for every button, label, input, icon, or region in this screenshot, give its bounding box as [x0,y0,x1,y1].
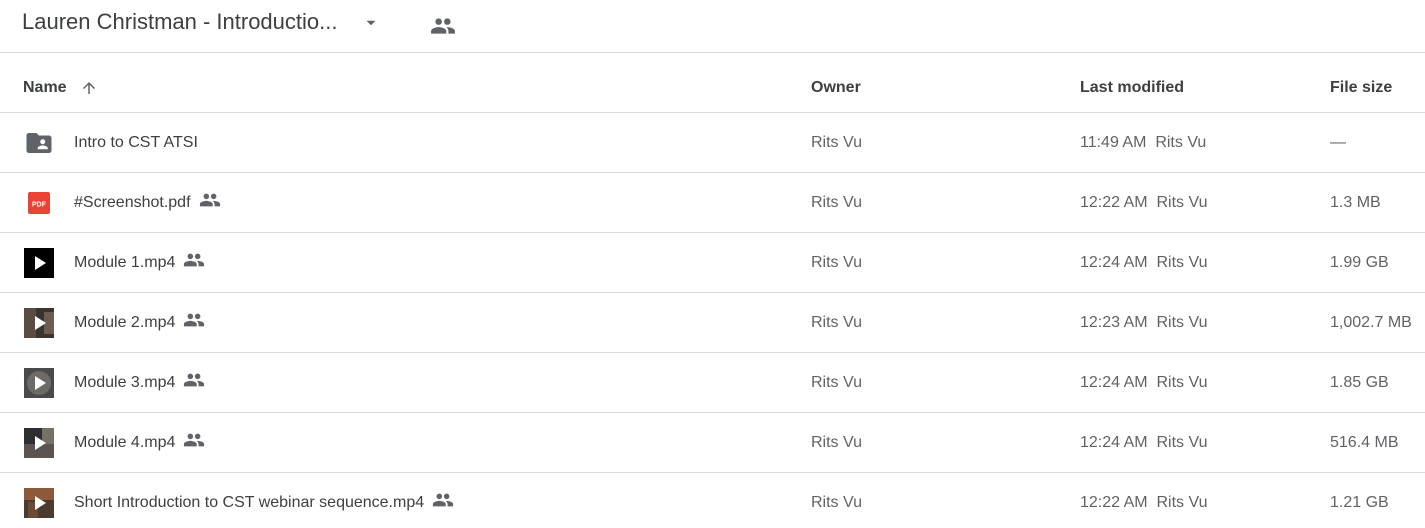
pdf-icon: PDF [28,192,50,214]
file-size-cell: 1.85 GB [1330,374,1389,391]
last-modified-cell: 12:24 AM Rits Vu [1080,353,1207,412]
file-name-label: Short Introduction to CST webinar sequen… [74,494,425,511]
last-modified-cell: 12:22 AM Rits Vu [1080,173,1207,232]
table-row[interactable]: PDF #Screenshot.pdf Rits Vu 12:22 AM Rit… [0,173,1425,233]
file-name: Module 3.mp4 [74,353,205,412]
video-thumbnail-icon [24,308,54,338]
people-icon[interactable] [430,13,456,39]
modified-time: 11:49 AM [1080,134,1147,151]
table-row[interactable]: Module 1.mp4 Rits Vu 12:24 AM Rits Vu 1.… [0,233,1425,293]
file-size-cell: 1,002.7 MB [1330,314,1412,331]
file-size-cell: — [1330,134,1346,151]
last-modified-cell: 12:24 AM Rits Vu [1080,233,1207,292]
file-name: Short Introduction to CST webinar sequen… [74,473,454,528]
table-row[interactable]: Module 3.mp4 Rits Vu 12:24 AM Rits Vu 1.… [0,353,1425,413]
last-modified-cell: 12:22 AM Rits Vu [1080,473,1207,528]
video-icon [24,248,54,278]
people-icon [199,193,220,207]
folder-header: Lauren Christman - Introductio... [0,0,1425,53]
modified-time: 12:22 AM [1080,194,1148,211]
svg-text:PDF: PDF [32,202,47,209]
people-icon [184,313,205,327]
file-name: Module 1.mp4 [74,233,205,292]
file-name-label: Module 1.mp4 [74,254,176,271]
modified-time: 12:22 AM [1080,494,1148,511]
column-file-size-header[interactable]: File size [1330,53,1392,112]
column-name-header[interactable]: Name [23,53,67,112]
arrow-up-icon[interactable] [80,79,98,97]
video-thumbnail-icon [24,488,54,518]
file-name-label: Module 3.mp4 [74,374,176,391]
owner-cell: Rits Vu [811,134,862,151]
modified-by: Rits Vu [1156,434,1208,451]
people-icon [433,493,454,507]
modified-by: Rits Vu [1155,134,1207,151]
video-thumbnail-icon [24,368,54,398]
file-name-label: Module 4.mp4 [74,434,176,451]
file-size-cell: 1.21 GB [1330,494,1389,511]
file-name-label: #Screenshot.pdf [74,194,191,211]
table-row[interactable]: Intro to CST ATSI Rits Vu 11:49 AM Rits … [0,113,1425,173]
modified-by: Rits Vu [1156,314,1208,331]
modified-by: Rits Vu [1156,374,1208,391]
modified-by: Rits Vu [1156,494,1208,511]
modified-by: Rits Vu [1156,194,1208,211]
modified-time: 12:24 AM [1080,374,1148,391]
column-owner-header[interactable]: Owner [811,53,861,112]
video-thumbnail-icon [24,428,54,458]
owner-cell: Rits Vu [811,194,862,211]
file-name: Intro to CST ATSI [74,113,198,172]
table-row[interactable]: Module 2.mp4 Rits Vu 12:23 AM Rits Vu 1,… [0,293,1425,353]
column-header-row: Name Owner Last modified File size [0,53,1425,113]
modified-time: 12:24 AM [1080,434,1148,451]
owner-cell: Rits Vu [811,434,862,451]
file-name-label: Module 2.mp4 [74,314,176,331]
table-row[interactable]: Short Introduction to CST webinar sequen… [0,473,1425,528]
column-last-modified-header[interactable]: Last modified [1080,53,1184,112]
shared-folder-icon [26,133,52,153]
owner-cell: Rits Vu [811,314,862,331]
people-icon [184,253,205,267]
last-modified-cell: 11:49 AM Rits Vu [1080,113,1206,172]
column-name-label: Name [23,79,67,96]
modified-time: 12:23 AM [1080,314,1148,331]
owner-cell: Rits Vu [811,374,862,391]
file-size-cell: 1.99 GB [1330,254,1389,271]
file-size-cell: 516.4 MB [1330,434,1399,451]
modified-time: 12:24 AM [1080,254,1148,271]
modified-by: Rits Vu [1156,254,1208,271]
last-modified-cell: 12:23 AM Rits Vu [1080,293,1207,352]
chevron-down-icon[interactable] [362,14,380,32]
people-icon [184,373,205,387]
file-name: Module 2.mp4 [74,293,205,352]
table-row[interactable]: Module 4.mp4 Rits Vu 12:24 AM Rits Vu 51… [0,413,1425,473]
folder-title[interactable]: Lauren Christman - Introductio... [22,8,337,36]
owner-cell: Rits Vu [811,254,862,271]
file-name-label: Intro to CST ATSI [74,134,198,151]
people-icon [184,433,205,447]
last-modified-cell: 12:24 AM Rits Vu [1080,413,1207,472]
owner-cell: Rits Vu [811,494,862,511]
file-name: #Screenshot.pdf [74,173,221,232]
file-name: Module 4.mp4 [74,413,205,472]
file-size-cell: 1.3 MB [1330,194,1381,211]
